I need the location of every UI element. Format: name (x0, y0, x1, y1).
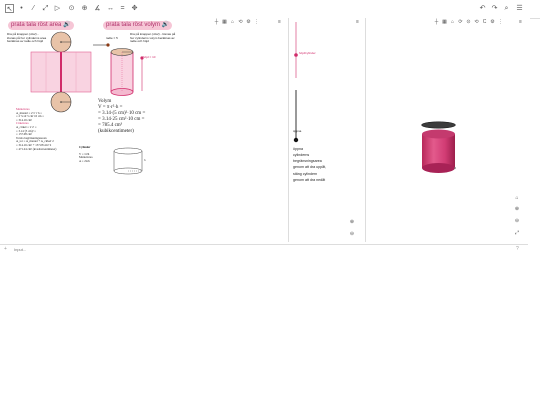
cylinder-lid (421, 121, 456, 129)
zoom-in-icon[interactable]: ⊕ (349, 219, 355, 225)
zoom-in-icon[interactable]: ⊕ (514, 206, 520, 212)
input-bar: + ? (0, 244, 528, 254)
option-line: stäng cylindern (293, 172, 318, 176)
redo-button[interactable]: ↷ (490, 4, 499, 13)
point-tool[interactable]: • (17, 4, 26, 13)
radie-label: radie = 5 (106, 36, 118, 40)
slider-tool[interactable]: = (118, 4, 127, 13)
view-direction-icon[interactable]: ⊙ (465, 19, 472, 26)
audio-volume-label: prata tala röst volym (106, 22, 161, 28)
angle-tool[interactable]: ∡ (93, 4, 102, 13)
hojd-cylinder-label: höjdCylinder (299, 51, 316, 55)
home-icon[interactable]: ⌂ (229, 19, 236, 26)
volume-cylinder-drawing (110, 48, 134, 96)
style-bar-toggle-icon[interactable]: ≡ (276, 19, 283, 26)
oppna-slider-label: öppna (293, 129, 302, 133)
circle-tool[interactable]: ⊙ (67, 4, 76, 13)
perpendicular-tool[interactable]: ⤢ (41, 4, 50, 13)
redefine-icon[interactable]: ⟲ (473, 19, 480, 26)
oppna-slider[interactable] (292, 88, 300, 144)
hojd-slider-handle[interactable] (140, 56, 144, 60)
polygon-tool[interactable]: ▷ (53, 4, 62, 13)
search-icon[interactable]: ⌕ (502, 4, 511, 13)
svg-text:h: h (144, 158, 146, 162)
zoom-out-icon[interactable]: ⊖ (514, 218, 520, 224)
volume-computation: Volym V = π·r²·h = = 3.14·(5 cm)²·10 cm … (98, 99, 178, 135)
axes-icon[interactable]: ┼ (213, 19, 220, 26)
move-tool[interactable]: ↖ (5, 4, 14, 13)
rotate-icon[interactable]: ⟳ (457, 19, 464, 26)
input-field[interactable] (14, 246, 504, 252)
volume-line: (kubikcentimeter) (98, 129, 134, 134)
line-tool[interactable]: ⁄ (29, 4, 38, 13)
option-line: genom att dra nedåt (293, 178, 326, 182)
audio-volume-button[interactable]: prata tala röst volym 🔊 (103, 21, 173, 30)
expand-icon[interactable]: + (4, 247, 10, 252)
projection-icon[interactable]: C (481, 19, 488, 26)
grid-icon[interactable]: ▦ (221, 19, 228, 26)
move-view-tool[interactable]: ✥ (130, 4, 139, 13)
menu-icon[interactable]: ☰ (515, 4, 524, 13)
axes-icon[interactable]: ┼ (433, 19, 440, 26)
volume-instructions: Dra på knappen (vita!) - lösnas på hur c… (130, 32, 176, 44)
circle-center-tool[interactable]: ⊕ (80, 4, 89, 13)
hojd-slider[interactable] (139, 55, 145, 93)
gear-icon[interactable]: ⚙ (489, 19, 496, 26)
reflect-tool[interactable]: ↔ (106, 4, 115, 13)
cylinder-3d (421, 121, 456, 173)
main-toolbar: ↖ • ⁄ ⤢ ▷ ⊙ ⊕ ∡ ↔ = ✥ ↶ ↷ ⌕ ☰ (0, 0, 540, 19)
audio-area-button[interactable]: prata tala röst area 🔊 (8, 21, 74, 30)
redefine-icon[interactable]: ⟲ (237, 19, 244, 26)
cylinder-box-line: A = 2πrh (79, 158, 90, 163)
help-icon[interactable]: ? (516, 246, 522, 252)
audio-area-label: prata tala röst area (11, 22, 62, 28)
option-oppna: öppna (293, 147, 303, 151)
style-bar-toggle-icon[interactable]: ≡ (354, 19, 361, 26)
style-bar-toggle-icon[interactable]: ≡ (517, 19, 524, 26)
grid-icon[interactable]: ▦ (441, 19, 448, 26)
more-icon[interactable]: ⋮ (497, 19, 504, 26)
home-icon[interactable]: ⌂ (514, 195, 520, 201)
speaker-icon: 🔊 (63, 22, 71, 28)
speaker-icon: 🔊 (161, 22, 170, 28)
area-line: = 471.24 cm² (kvadratcentimeter) (16, 146, 57, 151)
fullscreen-icon[interactable]: ⤢ (514, 230, 520, 236)
area-computation: Mantelarea A_mantel = 2·π·r·h = = 2·3.14… (16, 107, 86, 151)
gear-icon[interactable]: ⚙ (245, 19, 252, 26)
option-line: genom att dra uppåt, (293, 165, 327, 169)
hojd-cylinder-slider-handle[interactable] (294, 53, 298, 57)
option-line: begränsningsarea (293, 159, 322, 163)
cylinder-formula-box: Cylinder V = πr²h Mantelarea A = 2πrh (79, 145, 109, 163)
cylinder-sketch: h (113, 147, 146, 175)
oppna-slider-handle[interactable] (293, 137, 299, 143)
option-line: cylinderns (293, 153, 310, 157)
home-icon[interactable]: ⌂ (449, 19, 456, 26)
cylinder-net-drawing (30, 31, 92, 113)
more-icon[interactable]: ⋮ (253, 19, 260, 26)
zoom-out-icon[interactable]: ⊖ (349, 231, 355, 237)
undo-button[interactable]: ↶ (478, 4, 487, 13)
cylinder-box-title: Cylinder (79, 145, 91, 149)
